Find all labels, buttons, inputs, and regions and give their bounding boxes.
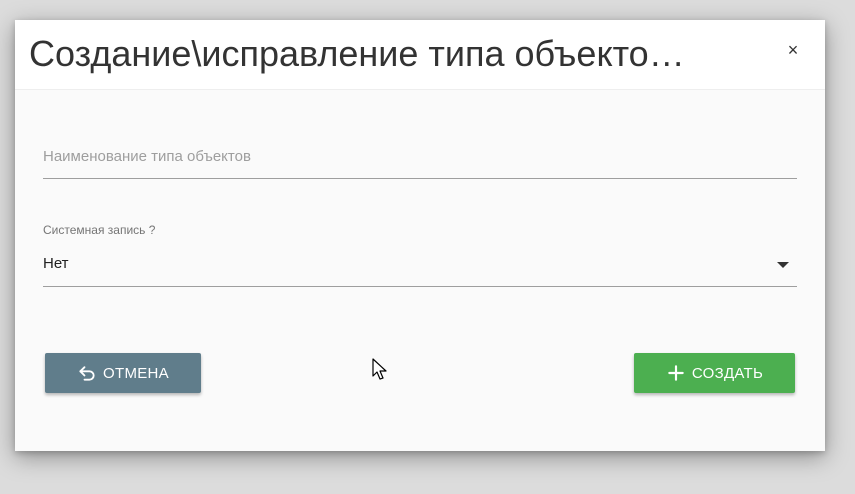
create-button-label: СОЗДАТЬ <box>691 364 764 382</box>
object-type-name-field[interactable] <box>43 138 797 179</box>
cancel-button[interactable]: ОТМЕНА <box>45 353 201 393</box>
plus-icon <box>668 365 684 381</box>
caret-down-icon <box>777 262 789 268</box>
create-button[interactable]: СОЗДАТЬ <box>634 353 795 393</box>
close-icon[interactable]: × <box>781 38 805 62</box>
object-type-name-input[interactable] <box>43 144 797 168</box>
dialog-title: Создание\исправление типа объекто… <box>29 33 685 74</box>
cancel-button-label: ОТМЕНА <box>103 364 169 382</box>
system-record-value: Нет <box>43 255 69 272</box>
dialog: Создание\исправление типа объекто… × Сис… <box>15 20 825 451</box>
dialog-header: Создание\исправление типа объекто… × <box>15 20 825 90</box>
mouse-cursor-icon <box>372 358 387 380</box>
undo-icon <box>79 366 95 381</box>
system-record-select[interactable]: Нет <box>43 246 797 287</box>
system-record-label: Системная запись ? <box>43 223 156 237</box>
